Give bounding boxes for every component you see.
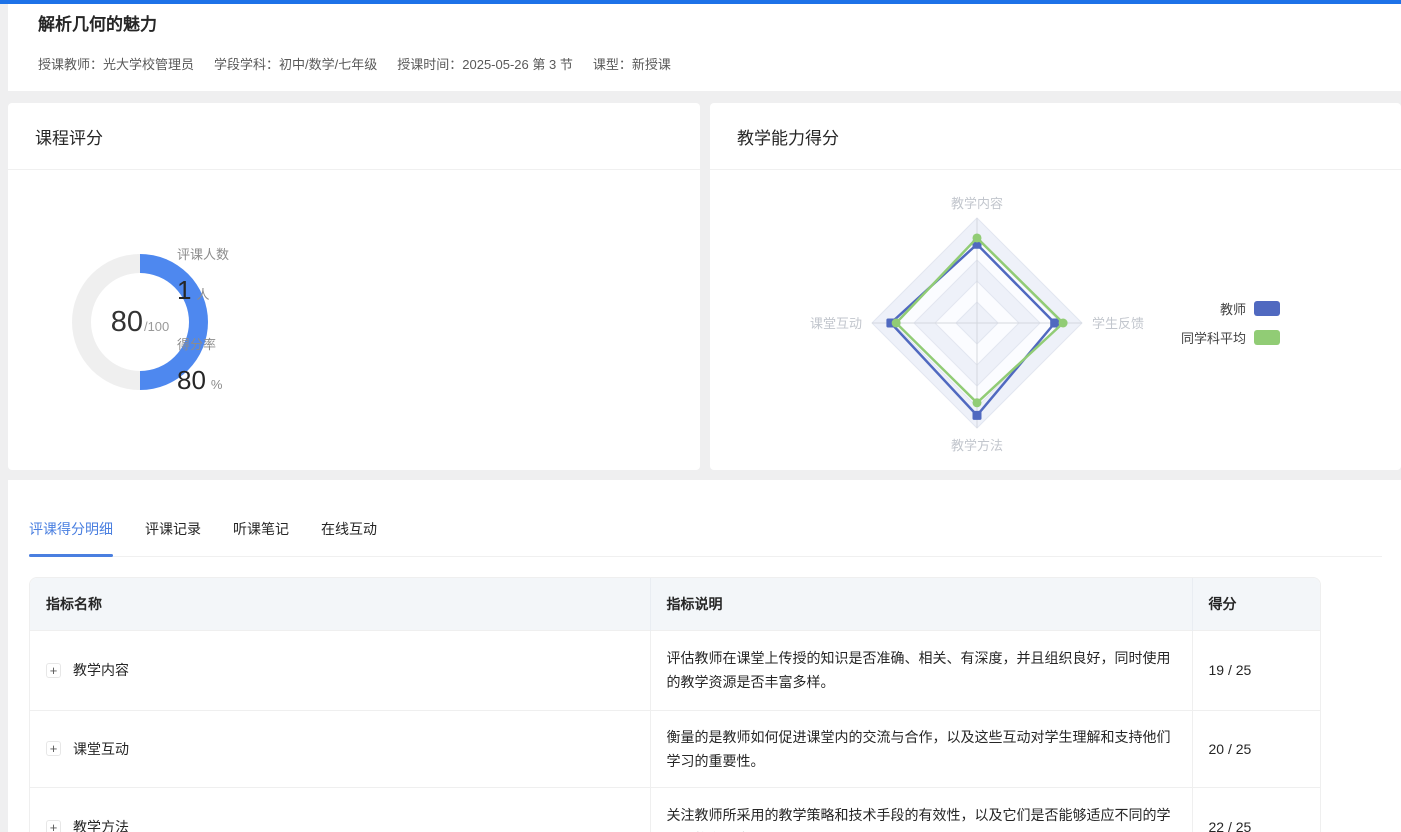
table-row: + 教学方法 关注教师所采用的教学策略和技术手段的有效性，以及它们是否能够适应不… (30, 787, 1321, 832)
col-header-indicator-description: 指标说明 (650, 578, 1192, 630)
score-rate-unit: % (211, 377, 223, 392)
indicator-name: 课堂互动 (73, 739, 129, 759)
meta-course-type: 课型：新授课 (593, 54, 671, 73)
legend-teacher-label: 教师 (1220, 299, 1246, 318)
score-detail-table: 指标名称 指标说明 得分 + 教学内容 评估教师在课堂上传授的知识是否准确、相关… (29, 577, 1321, 832)
indicator-score: 19 / 25 (1192, 630, 1321, 710)
indicator-name: 教学方法 (73, 817, 129, 832)
expand-row-button[interactable]: + (46, 741, 61, 756)
table-header-row: 指标名称 指标说明 得分 (30, 578, 1321, 630)
tab-online-interaction[interactable]: 在线互动 (321, 521, 377, 556)
score-rate-value: 80% (177, 365, 229, 400)
table-row: + 教学内容 评估教师在课堂上传授的知识是否准确、相关、有深度，并且组织良好，同… (30, 630, 1321, 710)
indicator-score: 20 / 25 (1192, 710, 1321, 787)
reviewer-count-label: 评课人数 (177, 244, 229, 263)
score-donut-hole: 80 /100 (91, 273, 189, 371)
teaching-ability-card-title: 教学能力得分 (710, 103, 1401, 170)
legend-teacher-swatch (1254, 301, 1280, 316)
course-score-card-title: 课程评分 (8, 103, 700, 170)
score-value: 80 (111, 306, 143, 339)
reviewer-count-unit: 人 (196, 287, 209, 302)
col-header-score: 得分 (1192, 578, 1321, 630)
radar-legend: 教师 同学科平均 (1181, 299, 1280, 347)
indicator-description: 评估教师在课堂上传授的知识是否准确、相关、有深度，并且组织良好，同时使用的教学资… (650, 630, 1192, 710)
meta-time: 授课时间：2025-05-26 第 3 节 (397, 54, 573, 73)
svg-text:课堂互动: 课堂互动 (810, 316, 862, 331)
detail-tabs: 评课得分明细 评课记录 听课笔记 在线互动 (29, 521, 1382, 557)
svg-text:学生反馈: 学生反馈 (1092, 316, 1144, 331)
expand-row-button[interactable]: + (46, 820, 61, 832)
legend-subject-average-swatch (1254, 330, 1280, 345)
expand-row-button[interactable]: + (46, 663, 61, 678)
detail-panel: 评课得分明细 评课记录 听课笔记 在线互动 指标名称 指标说明 得分 + 教学 (8, 480, 1401, 832)
course-header: 解析几何的魅力 授课教师：光大学校管理员 学段学科：初中/数学/七年级 授课时间… (8, 4, 1401, 91)
teaching-ability-card-body: 教学内容学生反馈教学方法 课堂互动 教师 同学科平均 (710, 170, 1401, 469)
page-title: 解析几何的魅力 (38, 15, 1401, 35)
reviewer-count-value: 1人 (177, 275, 229, 310)
legend-item-teacher[interactable]: 教师 (1181, 299, 1280, 318)
svg-text:教学内容: 教学内容 (951, 196, 1003, 211)
legend-item-subject-average[interactable]: 同学科平均 (1181, 328, 1280, 347)
course-meta-row: 授课教师：光大学校管理员 学段学科：初中/数学/七年级 授课时间：2025-05… (38, 54, 1401, 73)
score-rate-label: 得分率 (177, 334, 229, 353)
radar-chart-svg: 教学内容学生反馈教学方法 课堂互动 (797, 178, 1157, 468)
score-stats: 评课人数 1人 得分率 80% (177, 244, 229, 400)
meta-grade-subject: 学段学科：初中/数学/七年级 (214, 54, 377, 73)
indicator-score: 22 / 25 (1192, 787, 1321, 832)
col-header-indicator-name: 指标名称 (30, 578, 650, 630)
score-donut-label: 80 /100 (111, 306, 170, 339)
teaching-ability-card: 教学能力得分 教学内容学生反馈教学方法 课堂互动 教师 同学科平均 (710, 103, 1401, 470)
course-score-card-body: 80 /100 评课人数 1人 得分率 80% (8, 170, 700, 469)
course-score-card: 课程评分 80 /100 评课人数 1人 得分率 80% (8, 103, 700, 470)
svg-text:教学方法: 教学方法 (951, 438, 1003, 453)
indicator-name: 教学内容 (73, 660, 129, 680)
table-row: + 课堂互动 衡量的是教师如何促进课堂内的交流与合作，以及这些互动对学生理解和支… (30, 710, 1321, 787)
tab-score-detail[interactable]: 评课得分明细 (29, 521, 113, 556)
radar-chart: 教学内容学生反馈教学方法 课堂互动 (797, 178, 1157, 468)
indicator-description: 关注教师所采用的教学策略和技术手段的有效性，以及它们是否能够适应不同的学习风格和… (650, 787, 1192, 832)
legend-subject-average-label: 同学科平均 (1181, 328, 1246, 347)
score-max: /100 (144, 319, 169, 334)
tab-listening-notes[interactable]: 听课笔记 (233, 521, 289, 556)
indicator-description: 衡量的是教师如何促进课堂内的交流与合作，以及这些互动对学生理解和支持他们学习的重… (650, 710, 1192, 787)
tab-review-records[interactable]: 评课记录 (145, 521, 201, 556)
meta-teacher: 授课教师：光大学校管理员 (38, 54, 194, 73)
